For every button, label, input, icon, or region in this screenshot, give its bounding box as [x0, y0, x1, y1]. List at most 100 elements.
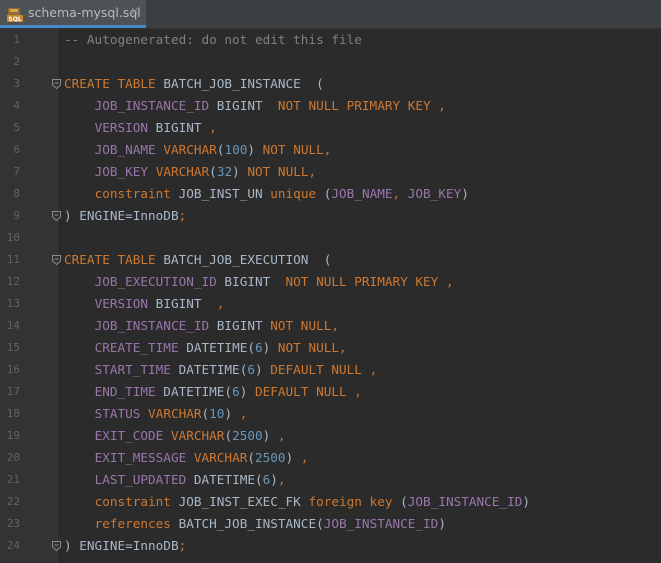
code-token: 6 — [247, 362, 255, 377]
code-line[interactable]: 13 VERSION BIGINT , — [0, 293, 661, 315]
code-token: ( — [209, 164, 217, 179]
close-icon[interactable]: × — [129, 4, 141, 18]
line-number: 10 — [6, 231, 20, 244]
line-number: 22 — [6, 495, 20, 508]
fold-marker-icon[interactable] — [52, 255, 61, 265]
code-line[interactable]: 15 CREATE_TIME DATETIME(6) NOT NULL, — [0, 337, 661, 359]
code-token: NOT NULL, — [277, 340, 347, 355]
code-token: DATETIME( — [170, 362, 248, 377]
line-number: 4 — [13, 99, 20, 112]
code-text: references BATCH_JOB_INSTANCE(JOB_INSTAN… — [64, 513, 446, 535]
code-line[interactable]: 17 END_TIME DATETIME(6) DEFAULT NULL , — [0, 381, 661, 403]
code-line[interactable]: 11 CREATE TABLE BATCH_JOB_EXECUTION ( — [0, 249, 661, 271]
code-token: VARCHAR — [155, 164, 210, 179]
code-token: CREATE_TIME — [94, 340, 179, 355]
code-line[interactable]: 19 EXIT_CODE VARCHAR(2500) , — [0, 425, 661, 447]
code-token: NOT NULL, — [262, 142, 332, 157]
code-token: CREATE TABLE — [64, 252, 164, 267]
fold-marker-icon[interactable] — [52, 541, 61, 551]
line-number: 21 — [6, 473, 20, 486]
code-editor[interactable]: SQL schema-mysql.sql × 1 -- Autogenerated… — [0, 0, 661, 563]
code-token: EXIT_MESSAGE — [94, 450, 187, 465]
line-number: 17 — [6, 385, 20, 398]
code-token: JOB_INSTANCE_ID — [407, 494, 523, 509]
code-text: JOB_NAME VARCHAR(100) NOT NULL, — [64, 139, 332, 161]
code-line[interactable]: 21 LAST_UPDATED DATETIME(6), — [0, 469, 661, 491]
code-token: 10 — [209, 406, 225, 421]
line-number: 1 — [13, 33, 20, 46]
code-token: START_TIME — [94, 362, 171, 377]
code-line[interactable]: 7 JOB_KEY VARCHAR(32) NOT NULL, — [0, 161, 661, 183]
code-token: BIGINT — [148, 296, 217, 311]
code-area[interactable]: 1 -- Autogenerated: do not edit this file… — [0, 29, 661, 557]
code-token: ) ENGINE=InnoDB — [64, 538, 179, 553]
code-text: CREATE TABLE BATCH_JOB_INSTANCE ( — [64, 73, 324, 95]
code-token: ) — [285, 450, 301, 465]
code-token: 2500 — [255, 450, 286, 465]
code-token: NOT NULL PRIMARY KEY , — [285, 274, 454, 289]
fold-marker-icon[interactable] — [52, 211, 61, 221]
code-line[interactable]: 12 JOB_EXECUTION_ID BIGINT NOT NULL PRIM… — [0, 271, 661, 293]
code-token: , — [239, 406, 248, 421]
code-line[interactable]: 22 constraint JOB_INST_EXEC_FK foreign k… — [0, 491, 661, 513]
code-token: VARCHAR — [163, 142, 217, 157]
code-line[interactable]: 10 — [0, 227, 661, 249]
code-token: ; — [178, 208, 187, 223]
code-token: JOB_INST_EXEC_FK — [170, 494, 309, 509]
code-token: constraint — [94, 494, 171, 509]
code-line[interactable]: 20 EXIT_MESSAGE VARCHAR(2500) , — [0, 447, 661, 469]
code-token: JOB_INSTANCE_ID — [94, 98, 210, 113]
code-line[interactable]: 16 START_TIME DATETIME(6) DEFAULT NULL , — [0, 359, 661, 381]
code-token: CREATE TABLE — [64, 76, 164, 91]
code-text: -- Autogenerated: do not edit this file — [64, 29, 362, 51]
code-line[interactable]: 18 STATUS VARCHAR(10) , — [0, 403, 661, 425]
code-token: VARCHAR — [170, 428, 225, 443]
code-token: BATCH_JOB_INSTANCE( — [170, 516, 324, 531]
code-token: NOT NULL, — [247, 164, 317, 179]
tab-schema-mysql[interactable]: SQL schema-mysql.sql × — [0, 0, 146, 28]
code-token: DATETIME( — [186, 472, 263, 487]
line-number: 19 — [6, 429, 20, 442]
code-token: foreign key — [308, 494, 393, 509]
code-line[interactable]: 9) ENGINE=InnoDB; — [0, 205, 661, 227]
code-line[interactable]: 14 JOB_INSTANCE_ID BIGINT NOT NULL, — [0, 315, 661, 337]
fold-marker-icon[interactable] — [52, 79, 61, 89]
code-token: LAST_UPDATED — [94, 472, 187, 487]
code-line[interactable]: 3 CREATE TABLE BATCH_JOB_INSTANCE ( — [0, 73, 661, 95]
code-line[interactable]: 5 VERSION BIGINT , — [0, 117, 661, 139]
code-line[interactable]: 1 -- Autogenerated: do not edit this file — [0, 29, 661, 51]
code-line[interactable]: 8 constraint JOB_INST_UN unique (JOB_NAM… — [0, 183, 661, 205]
code-line[interactable]: 2 — [0, 51, 661, 73]
code-token: JOB_INSTANCE_ID — [323, 516, 439, 531]
code-token: , — [209, 120, 217, 135]
code-line[interactable]: 4 JOB_INSTANCE_ID BIGINT NOT NULL PRIMAR… — [0, 95, 661, 117]
code-token: DATETIME( — [155, 384, 233, 399]
code-token: ( — [316, 186, 332, 201]
code-text: VERSION BIGINT , — [64, 117, 217, 139]
code-token: , — [300, 450, 309, 465]
code-token: ( — [392, 494, 408, 509]
code-token: 2500 — [232, 428, 263, 443]
line-number: 23 — [6, 517, 20, 530]
code-text: JOB_INSTANCE_ID BIGINT NOT NULL PRIMARY … — [64, 95, 446, 117]
sql-file-icon-label: SQL — [8, 16, 21, 23]
code-text: ) ENGINE=InnoDB; — [64, 535, 186, 557]
code-line[interactable]: 6 JOB_NAME VARCHAR(100) NOT NULL, — [0, 139, 661, 161]
code-token: VERSION — [94, 296, 149, 311]
code-line[interactable]: 23 references BATCH_JOB_INSTANCE(JOB_INS… — [0, 513, 661, 535]
code-text: LAST_UPDATED DATETIME(6), — [64, 469, 286, 491]
code-token: ) — [461, 186, 469, 201]
line-number: 12 — [6, 275, 20, 288]
code-token: DEFAULT NULL , — [254, 384, 362, 399]
code-line[interactable]: 24) ENGINE=InnoDB; — [0, 535, 661, 557]
code-token: NOT NULL PRIMARY KEY , — [277, 98, 446, 113]
code-token: , — [277, 428, 286, 443]
